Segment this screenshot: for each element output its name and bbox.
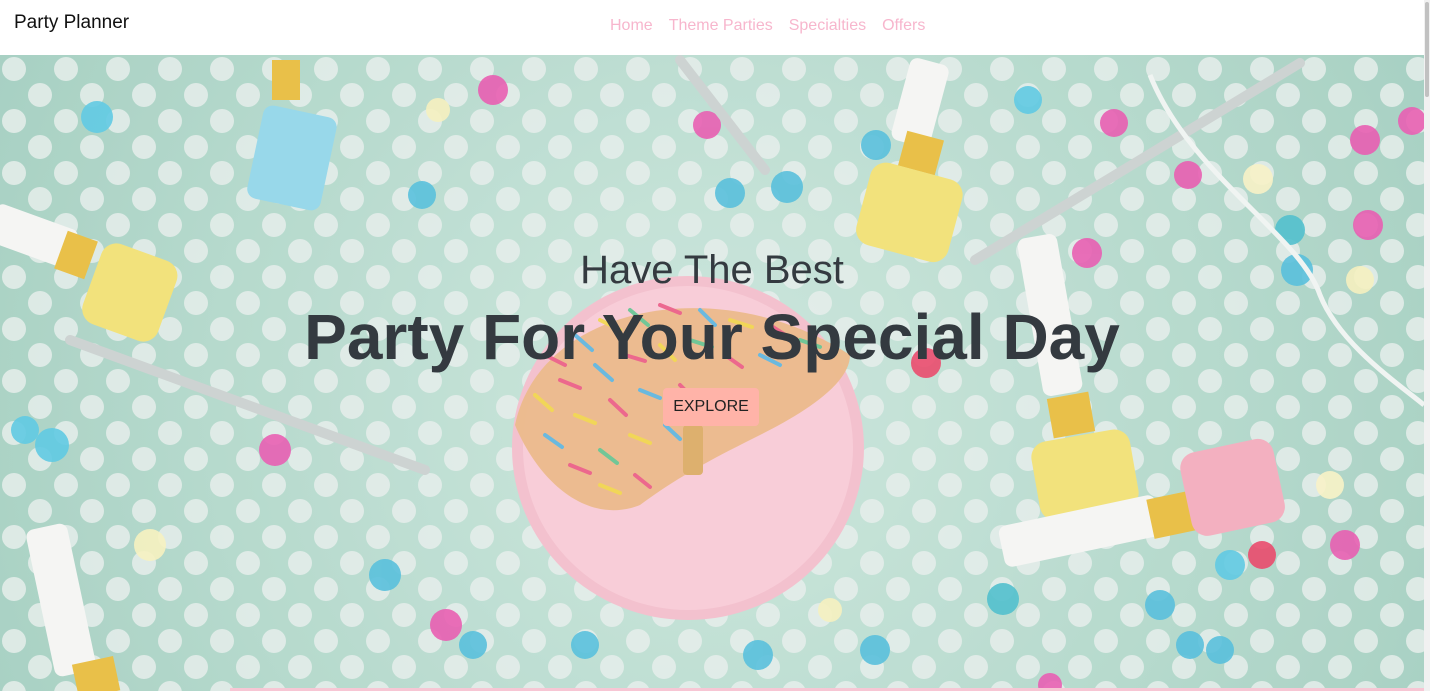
explore-button[interactable]: EXPLORE xyxy=(663,388,759,426)
hero-section: Have The Best Party For Your Special Day… xyxy=(0,55,1424,691)
scrollbar-thumb[interactable] xyxy=(1425,2,1429,97)
hero-subtitle: Have The Best xyxy=(580,248,844,292)
nav-link-home[interactable]: Home xyxy=(610,17,653,35)
nav-links: Home Theme Parties Specialties Offers xyxy=(610,17,925,35)
brand-logo[interactable]: Party Planner xyxy=(14,12,129,34)
nav-link-offers[interactable]: Offers xyxy=(882,17,925,35)
nav-link-theme-parties[interactable]: Theme Parties xyxy=(669,17,773,35)
nav-link-specialties[interactable]: Specialties xyxy=(789,17,866,35)
navbar: Party Planner Home Theme Parties Special… xyxy=(0,0,1424,55)
scrollbar[interactable] xyxy=(1424,0,1430,691)
hero-title: Party For Your Special Day xyxy=(304,301,1120,373)
